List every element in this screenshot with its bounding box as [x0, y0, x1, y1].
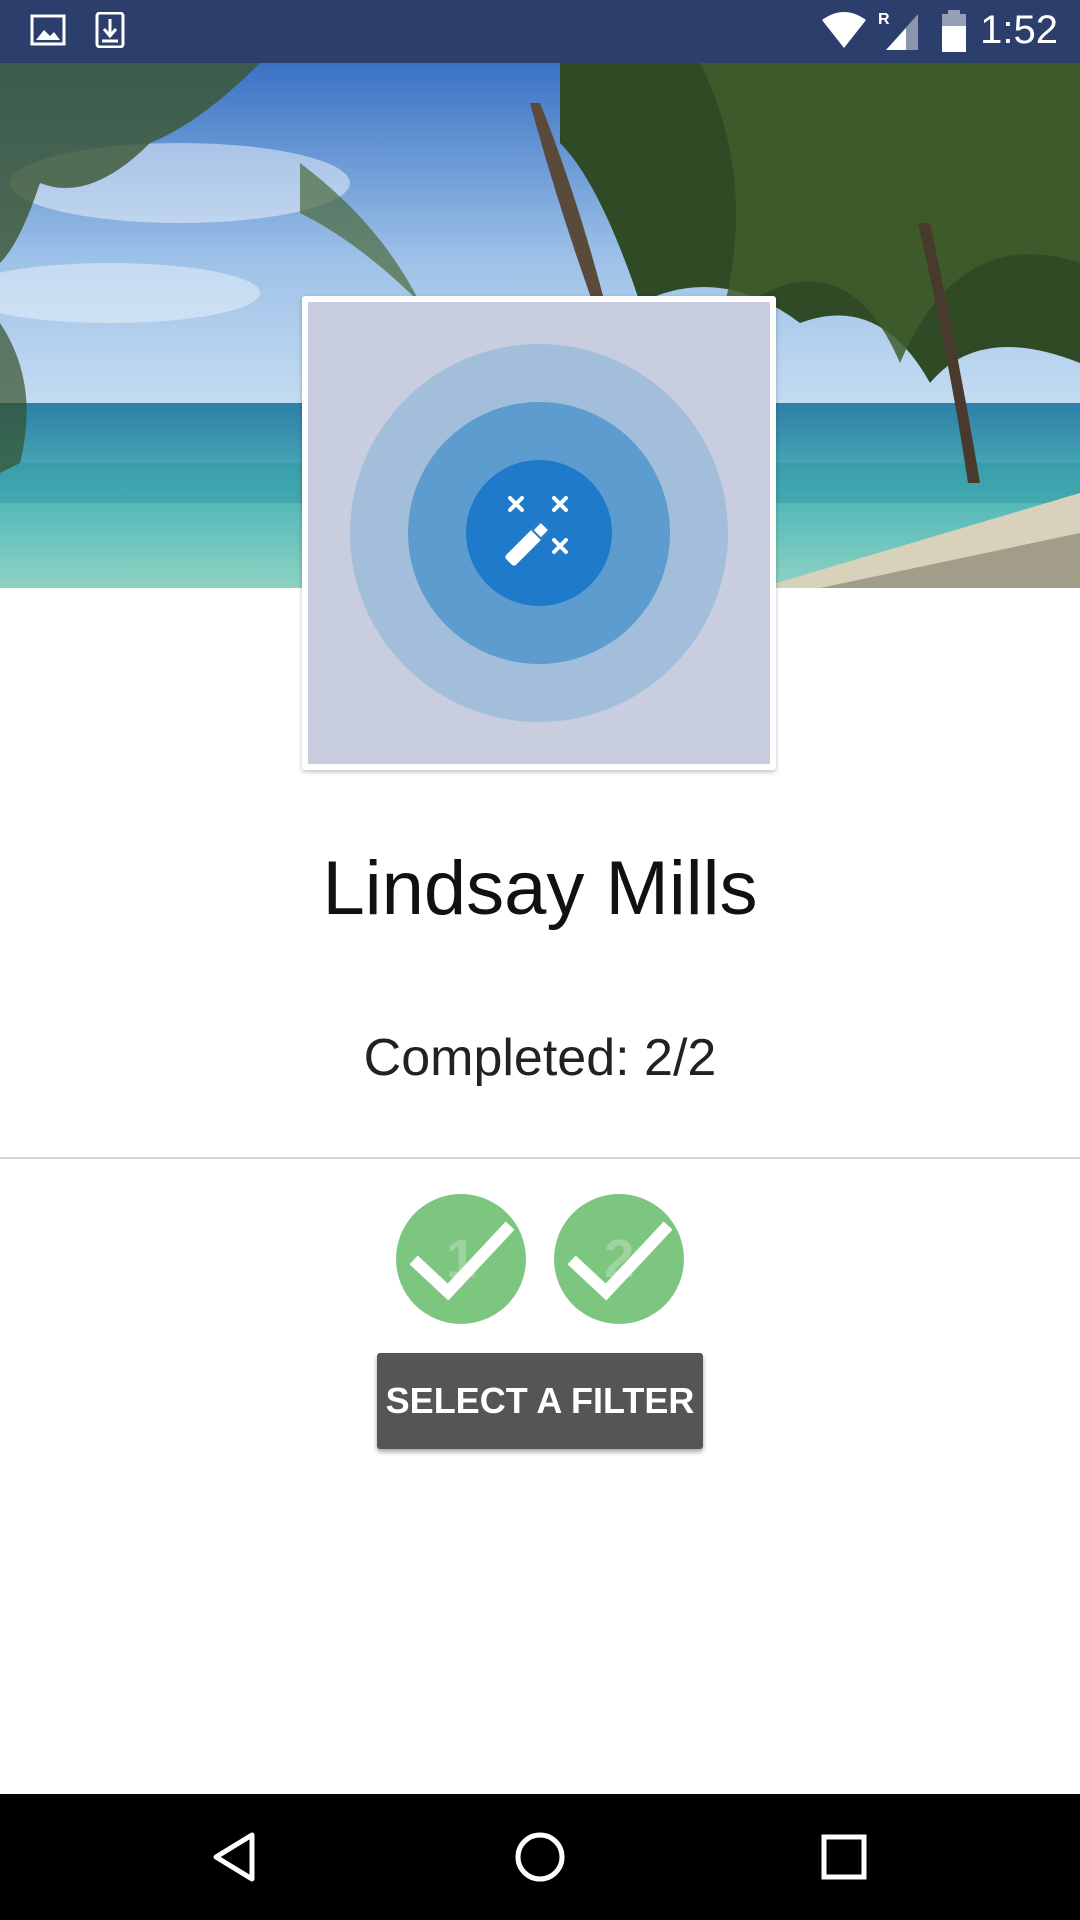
avatar-background	[308, 302, 770, 764]
divider	[0, 1157, 1080, 1159]
status-bar: R 1:52	[0, 0, 1080, 63]
download-icon	[95, 12, 125, 48]
navigation-bar	[0, 1794, 1080, 1920]
recents-icon[interactable]	[814, 1827, 874, 1887]
profile-avatar-card[interactable]	[302, 296, 776, 770]
magic-wand-icon	[505, 496, 568, 566]
checkmark-icon	[568, 1221, 672, 1301]
profile-name: Lindsay Mills	[322, 846, 758, 931]
signal-roaming-icon: R	[878, 11, 918, 50]
battery-icon	[942, 10, 966, 52]
home-icon[interactable]	[510, 1827, 570, 1887]
checkmark-icon	[410, 1221, 514, 1301]
step-1-indicator[interactable]: 1	[396, 1194, 526, 1324]
select-filter-button[interactable]: SELECT A FILTER	[377, 1353, 703, 1449]
step-2-indicator[interactable]: 2	[554, 1194, 684, 1324]
completed-count: Completed: 2/2	[363, 1029, 717, 1087]
wifi-icon	[822, 12, 866, 48]
back-icon[interactable]	[206, 1827, 266, 1887]
svg-text:R: R	[878, 11, 890, 28]
image-icon	[30, 14, 66, 46]
clock-time: 1:52	[980, 8, 1058, 52]
